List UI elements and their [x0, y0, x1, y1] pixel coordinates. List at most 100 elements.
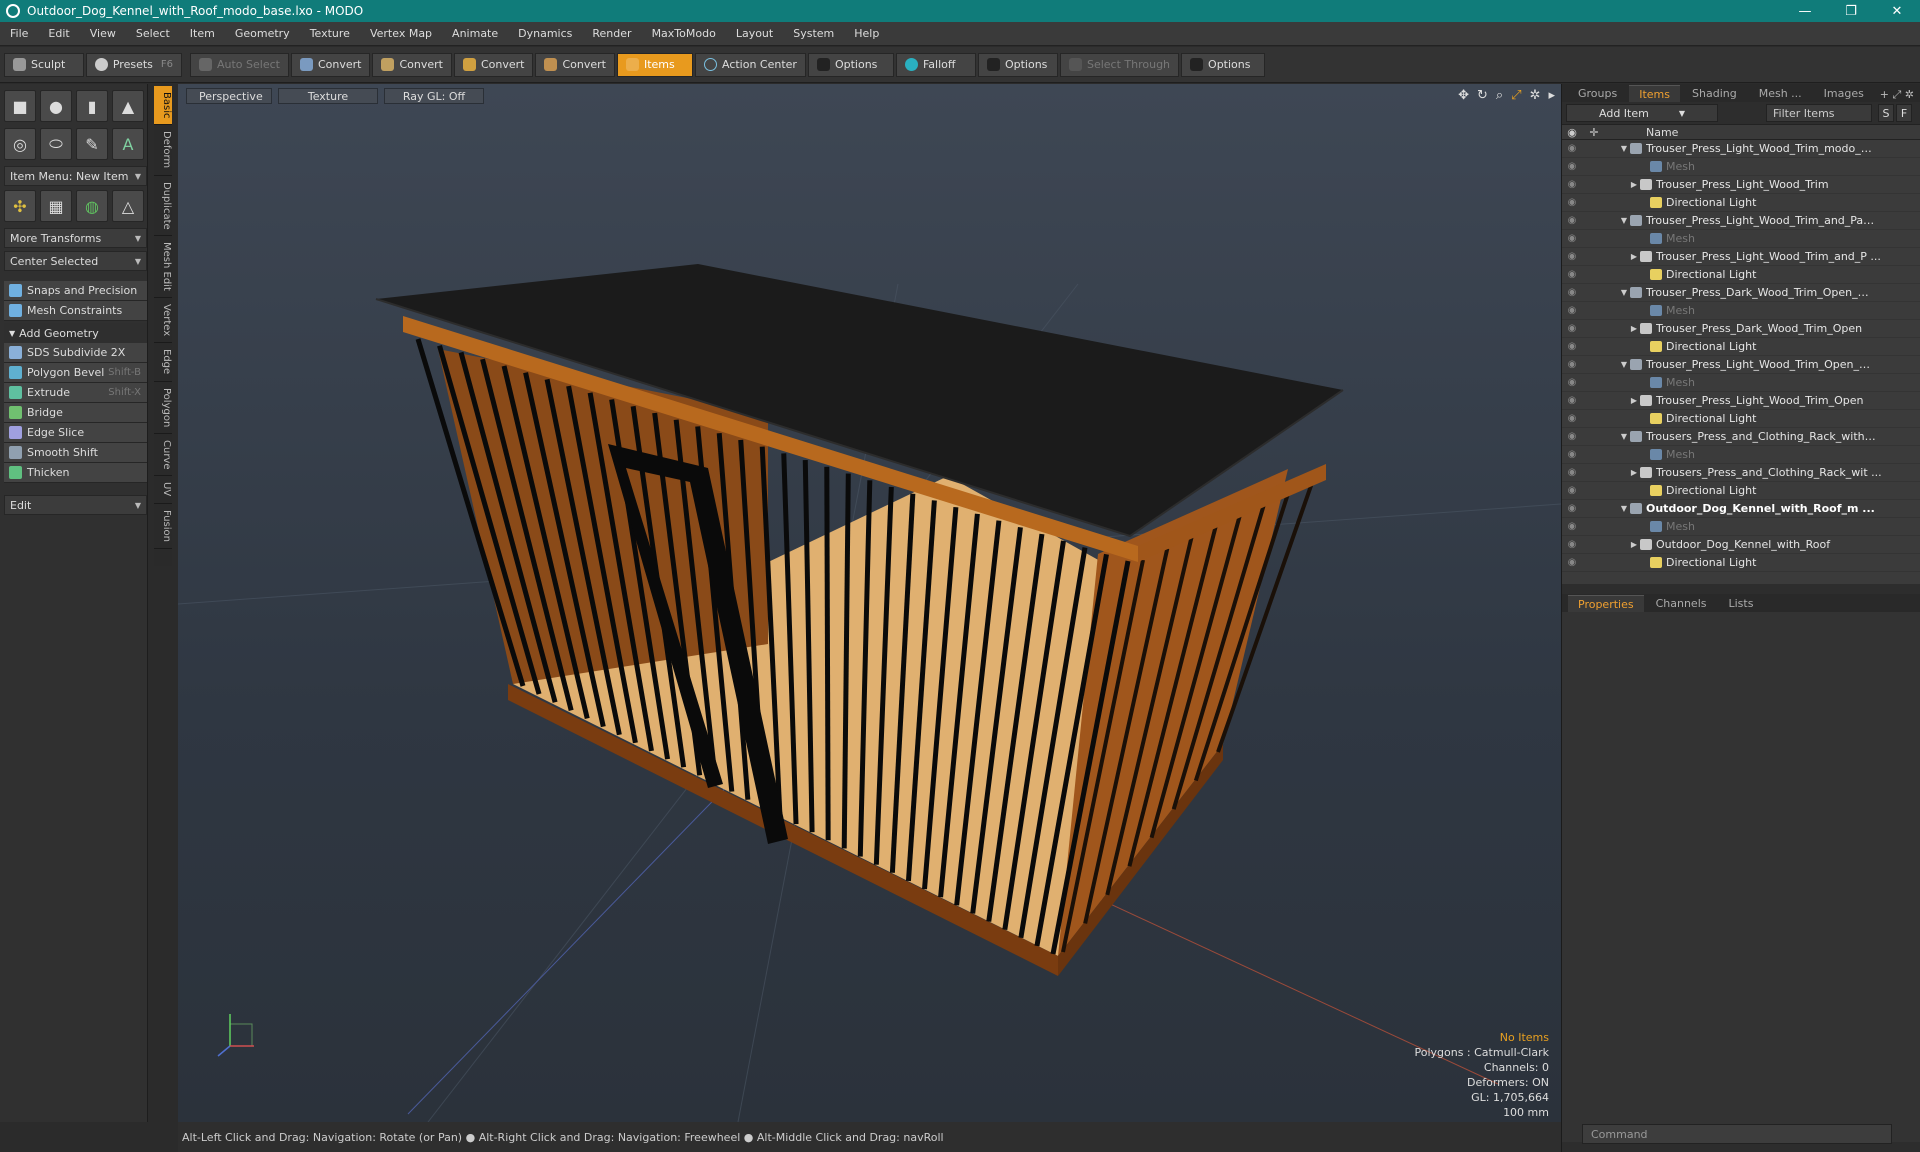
visibility-eye-icon[interactable]: ◉ [1562, 449, 1582, 460]
menu-geometry[interactable]: Geometry [225, 27, 300, 40]
menu-vertex-map[interactable]: Vertex Map [360, 27, 442, 40]
tool-edge-slice[interactable]: Edge Slice [4, 423, 147, 443]
visibility-eye-icon[interactable]: ◉ [1562, 323, 1582, 334]
panel-options-icon[interactable]: + ⤢ ✲ [1880, 88, 1914, 102]
menu-edit[interactable]: Edit [38, 27, 79, 40]
tree-row[interactable]: ◉ ▼ Trouser_Press_Light_Wood_Trim_modo_ba.… [1562, 140, 1920, 158]
maximize-button[interactable]: ❐ [1828, 4, 1874, 19]
expand-chevron-down-icon[interactable]: ▼ [1618, 432, 1630, 441]
visibility-eye-icon[interactable]: ◉ [1562, 377, 1582, 388]
expand-chevron-right-icon[interactable]: ▶ [1628, 468, 1640, 477]
visibility-eye-icon[interactable]: ◉ [1562, 503, 1582, 514]
visibility-eye-icon[interactable]: ◉ [1562, 251, 1582, 262]
rotate-icon[interactable]: ↻ [1477, 88, 1488, 103]
cone-icon[interactable]: ▲ [112, 90, 144, 122]
visibility-eye-icon[interactable]: ◉ [1562, 269, 1582, 280]
convert-vertex-button[interactable]: Convert [290, 52, 371, 77]
visibility-column-eye-icon[interactable]: ◉ [1562, 126, 1582, 139]
visibility-eye-icon[interactable]: ◉ [1562, 485, 1582, 496]
action-center-options-button[interactable]: Options [807, 52, 894, 77]
visibility-eye-icon[interactable]: ◉ [1562, 521, 1582, 532]
tool-smooth-shift[interactable]: Smooth Shift [4, 443, 147, 463]
tab-items[interactable]: Items [1629, 85, 1681, 102]
text-icon[interactable]: A [112, 128, 144, 160]
tree-row[interactable]: ◉ ▶ Trousers_Press_and_Clothing_Rack_wit .… [1562, 464, 1920, 482]
tab-lists[interactable]: Lists [1719, 595, 1764, 612]
vtab-duplicate[interactable]: Duplicate [154, 176, 172, 237]
expand-arrow-icon[interactable]: ▸ [1548, 88, 1555, 103]
expand-chevron-right-icon[interactable]: ▶ [1628, 396, 1640, 405]
expand-chevron-down-icon[interactable]: ▼ [1618, 288, 1630, 297]
zoom-icon[interactable]: ⌕ [1496, 88, 1503, 103]
tab-images[interactable]: Images [1814, 85, 1874, 102]
tree-row[interactable]: ◉ Mesh [1562, 230, 1920, 248]
visibility-eye-icon[interactable]: ◉ [1562, 557, 1582, 568]
vtab-polygon[interactable]: Polygon [154, 382, 172, 434]
visibility-eye-icon[interactable]: ◉ [1562, 143, 1582, 154]
expand-chevron-down-icon[interactable]: ▼ [1618, 504, 1630, 513]
sculpt-button[interactable]: Sculpt [4, 52, 84, 77]
sphere-icon[interactable]: ● [40, 90, 72, 122]
tool-bridge[interactable]: Bridge [4, 403, 147, 423]
menu-select[interactable]: Select [126, 27, 180, 40]
menu-help[interactable]: Help [844, 27, 889, 40]
vtab-mesh-edit[interactable]: Mesh Edit [154, 236, 172, 299]
visibility-eye-icon[interactable]: ◉ [1562, 305, 1582, 316]
filter-s-button[interactable]: S [1878, 104, 1894, 122]
expand-chevron-down-icon[interactable]: ▼ [1618, 144, 1630, 153]
select-through-options-button[interactable]: Options [1181, 52, 1266, 77]
menu-file[interactable]: File [0, 27, 38, 40]
filter-f-button[interactable]: F [1896, 104, 1912, 122]
expand-chevron-right-icon[interactable]: ▶ [1628, 540, 1640, 549]
lock-column-icon[interactable]: ✛ [1582, 126, 1606, 139]
torus-icon[interactable]: ◎ [4, 128, 36, 160]
vtab-fusion[interactable]: Fusion [154, 504, 172, 549]
visibility-eye-icon[interactable]: ◉ [1562, 539, 1582, 550]
visibility-eye-icon[interactable]: ◉ [1562, 395, 1582, 406]
tree-row[interactable]: ◉ ▶ Outdoor_Dog_Kennel_with_Roof [1562, 536, 1920, 554]
center-selected-dropdown[interactable]: Center Selected ▼ [4, 251, 147, 271]
expand-chevron-down-icon[interactable]: ▼ [1618, 360, 1630, 369]
pan-icon[interactable]: ✥ [1458, 88, 1469, 103]
tree-row[interactable]: ◉ ▶ Trouser_Press_Light_Wood_Trim [1562, 176, 1920, 194]
snaps-precision-button[interactable]: Snaps and Precision [4, 281, 147, 301]
view-type-button[interactable]: Perspective [186, 88, 272, 104]
tree-row[interactable]: ◉ Directional Light [1562, 410, 1920, 428]
mesh-constraints-button[interactable]: Mesh Constraints [4, 301, 147, 321]
action-center-button[interactable]: Action Center [694, 52, 806, 77]
visibility-eye-icon[interactable]: ◉ [1562, 233, 1582, 244]
shading-mode-button[interactable]: Texture [278, 88, 378, 104]
raygl-toggle[interactable]: Ray GL: Off [384, 88, 484, 104]
vtab-curve[interactable]: Curve [154, 434, 172, 477]
vtab-basic[interactable]: Basic [154, 86, 172, 126]
pyramid-icon[interactable]: △ [112, 190, 144, 222]
cylinder-icon[interactable]: ▮ [76, 90, 108, 122]
grid-icon[interactable]: ▦ [40, 190, 72, 222]
edit-dropdown[interactable]: Edit ▼ [4, 495, 147, 515]
tree-row[interactable]: ◉ ▶ Trouser_Press_Dark_Wood_Trim_Open [1562, 320, 1920, 338]
filter-items-input[interactable]: Filter Items [1766, 104, 1872, 122]
visibility-eye-icon[interactable]: ◉ [1562, 413, 1582, 424]
tool-extrude[interactable]: Extrude Shift-X [4, 383, 147, 403]
visibility-eye-icon[interactable]: ◉ [1562, 287, 1582, 298]
expand-chevron-right-icon[interactable]: ▶ [1628, 252, 1640, 261]
name-column-header[interactable]: Name [1646, 126, 1678, 139]
tree-row[interactable]: ◉ ▼ Trousers_Press_and_Clothing_Rack_with_… [1562, 428, 1920, 446]
fit-icon[interactable]: ⤢ [1511, 88, 1521, 103]
visibility-eye-icon[interactable]: ◉ [1562, 179, 1582, 190]
tree-row[interactable]: ◉ ▼ Trouser_Press_Light_Wood_Trim_Open_m .… [1562, 356, 1920, 374]
convert-polygon-button[interactable]: Convert [453, 52, 534, 77]
visibility-eye-icon[interactable]: ◉ [1562, 359, 1582, 370]
visibility-eye-icon[interactable]: ◉ [1562, 215, 1582, 226]
tool-thicken[interactable]: Thicken [4, 463, 147, 483]
tree-row[interactable]: ◉ ▼ Outdoor_Dog_Kennel_with_Roof_m ... [1562, 500, 1920, 518]
pen-icon[interactable]: ✎ [76, 128, 108, 160]
capsule-icon[interactable]: ⬭ [40, 128, 72, 160]
visibility-eye-icon[interactable]: ◉ [1562, 431, 1582, 442]
3d-viewport[interactable]: Perspective Texture Ray GL: Off ✥ ↻ ⌕ ⤢ … [178, 84, 1561, 1122]
tree-row[interactable]: ◉ Mesh [1562, 374, 1920, 392]
tab-groups[interactable]: Groups [1568, 85, 1627, 102]
tab-shading[interactable]: Shading [1682, 85, 1747, 102]
transform-icon[interactable]: ✣ [4, 190, 36, 222]
tab-channels[interactable]: Channels [1646, 595, 1717, 612]
